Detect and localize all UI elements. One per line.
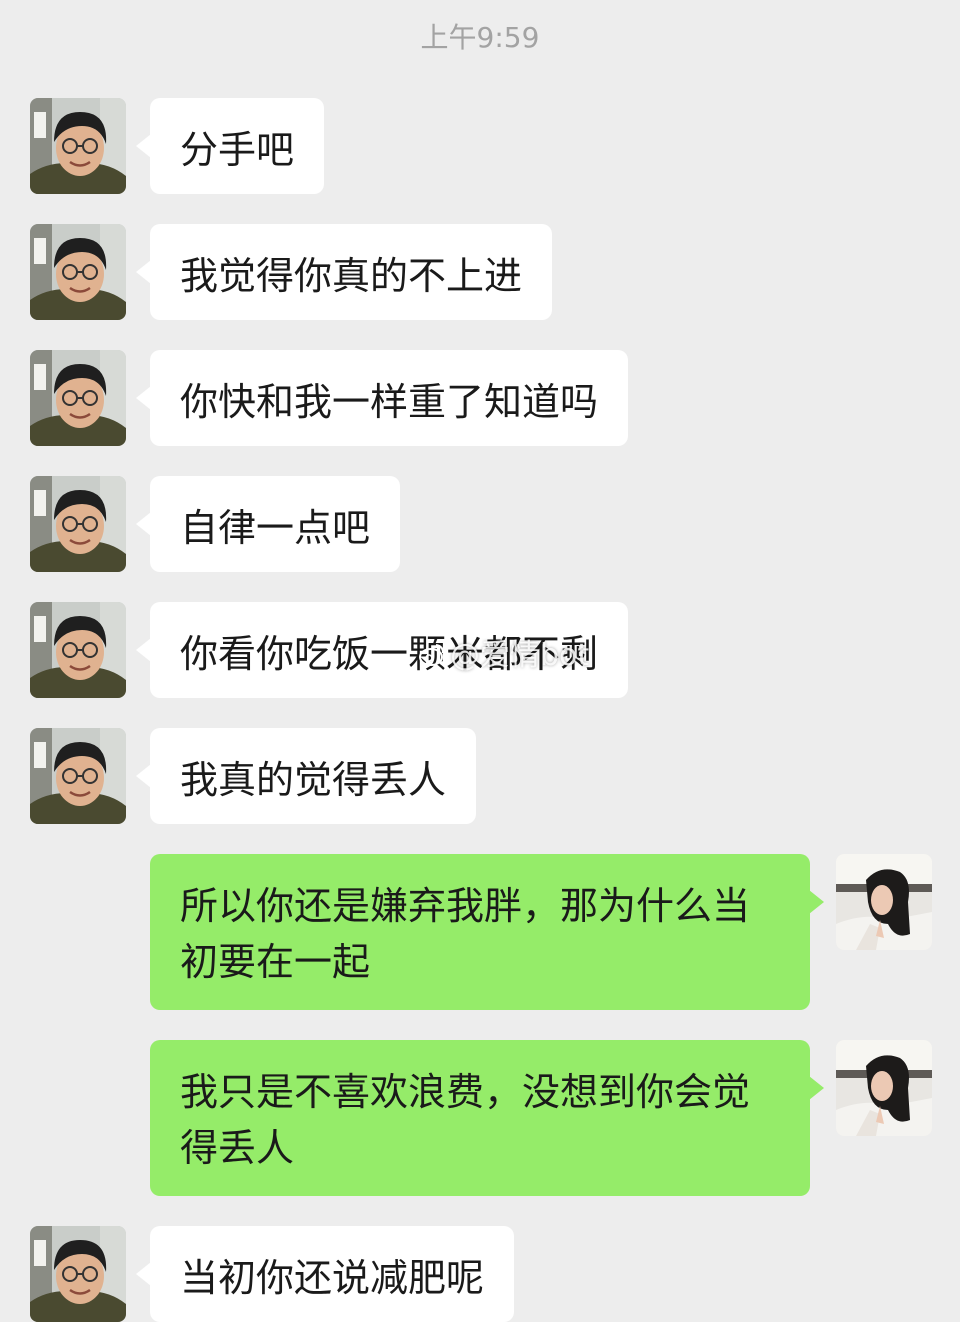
message-text: 当初你还说减肥呢 — [180, 1256, 485, 1300]
contact-avatar[interactable] — [30, 98, 126, 194]
self-avatar[interactable] — [836, 854, 932, 950]
contact-avatar[interactable] — [30, 224, 126, 320]
message-bubble-sent[interactable]: 所以你还是嫌弃我胖，那为什么当初要在一起 — [150, 854, 824, 1010]
message-bubble-received[interactable]: 你快和我一样重了知道吗 — [135, 350, 629, 446]
chat-window[interactable]: 上午9:59 分手吧 我觉得你真的不上进 你快和我一样重了知道吗 自律一点吧 你… — [0, 0, 960, 1322]
contact-avatar-image — [30, 602, 126, 698]
message-bubble-received[interactable]: 分手吧 — [135, 98, 325, 194]
contact-avatar[interactable] — [30, 728, 126, 824]
message-timestamp: 上午9:59 — [420, 21, 540, 54]
message-text: 自律一点吧 — [180, 506, 371, 550]
weibo-icon — [419, 644, 444, 666]
weibo-watermark: @爱情bot — [418, 638, 589, 674]
message-text: 你快和我一样重了知道吗 — [180, 380, 599, 424]
message-text: 我真的觉得丢人 — [180, 758, 447, 802]
message-bubble-received[interactable]: 自律一点吧 — [135, 476, 401, 572]
contact-avatar-image — [30, 476, 126, 572]
message-text: 分手吧 — [180, 128, 295, 172]
message-text: 所以你还是嫌弃我胖，那为什么当初要在一起 — [180, 884, 751, 984]
message-bubble-sent[interactable]: 我只是不喜欢浪费，没想到你会觉得丢人 — [150, 1040, 824, 1196]
watermark-text: @爱情bot — [450, 638, 590, 673]
self-avatar[interactable] — [836, 1040, 932, 1136]
contact-avatar-image — [30, 728, 126, 824]
contact-avatar[interactable] — [30, 350, 126, 446]
contact-avatar-image — [30, 350, 126, 446]
contact-avatar[interactable] — [30, 476, 126, 572]
contact-avatar-image — [30, 224, 126, 320]
message-bubble-received[interactable]: 我觉得你真的不上进 — [135, 224, 553, 320]
self-avatar-image — [836, 1040, 932, 1136]
self-avatar-image — [836, 854, 932, 950]
message-text: 我觉得你真的不上进 — [180, 254, 523, 298]
contact-avatar-image — [30, 98, 126, 194]
contact-avatar[interactable] — [30, 602, 126, 698]
message-text: 我只是不喜欢浪费，没想到你会觉得丢人 — [180, 1070, 751, 1170]
message-bubble-received[interactable]: 我真的觉得丢人 — [135, 728, 477, 824]
